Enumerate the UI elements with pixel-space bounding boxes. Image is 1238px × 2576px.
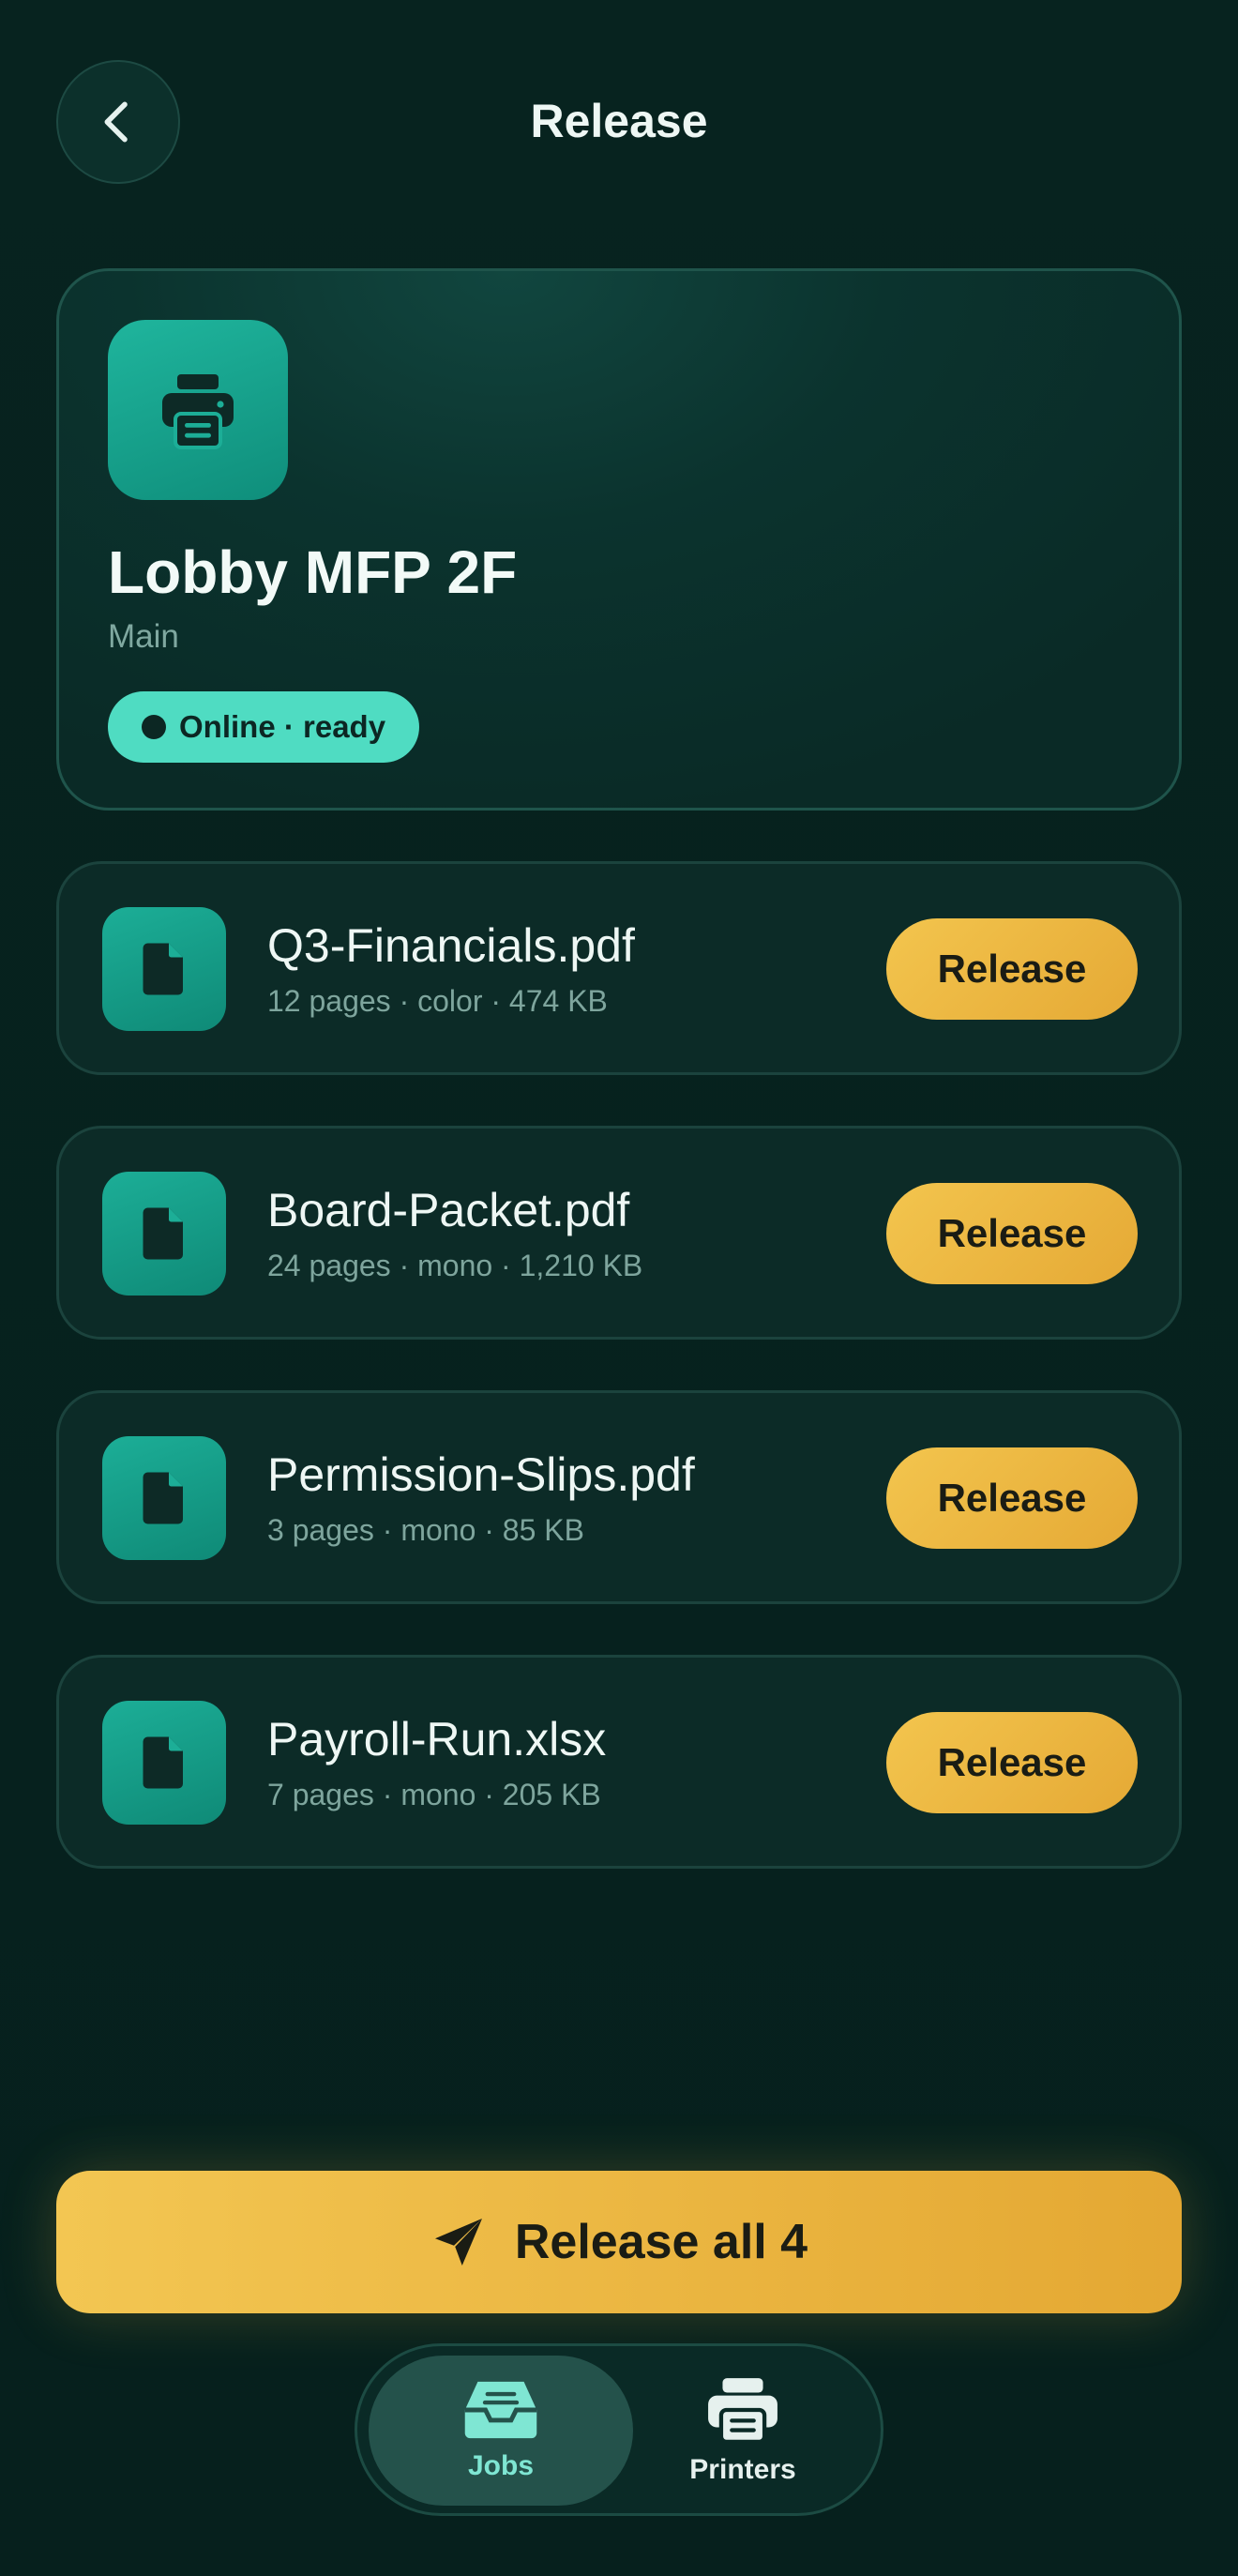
printer-icon bbox=[708, 2378, 778, 2444]
status-badge: Online · ready bbox=[108, 691, 420, 763]
bottom-nav: Jobs Printers bbox=[355, 2343, 883, 2516]
release-all-label: Release all 4 bbox=[514, 2215, 808, 2269]
nav-item-jobs[interactable]: Jobs bbox=[369, 2356, 633, 2506]
nav-item-printers[interactable]: Printers bbox=[611, 2356, 875, 2506]
release-button[interactable]: Release bbox=[886, 918, 1138, 1020]
file-tile bbox=[102, 1436, 226, 1560]
release-all-button[interactable]: Release all 4 bbox=[56, 2171, 1182, 2313]
job-meta: 3 pages · mono · 85 KB bbox=[267, 1513, 584, 1547]
job-meta: 7 pages · mono · 205 KB bbox=[267, 1778, 601, 1811]
status-dot-icon bbox=[142, 715, 166, 739]
job-card: Q3-Financials.pdf 12 pages · color · 474… bbox=[56, 861, 1182, 1075]
job-name: Board-Packet.pdf bbox=[267, 1184, 630, 1236]
job-meta: 12 pages · color · 474 KB bbox=[267, 984, 608, 1018]
status-text: Online · ready bbox=[179, 709, 386, 744]
printer-name: Lobby MFP 2F bbox=[108, 538, 518, 606]
job-meta: 24 pages · mono · 1,210 KB bbox=[267, 1249, 643, 1282]
release-screen: Release Lobby MFP 2F Main Online · ready bbox=[0, 0, 1238, 2576]
document-icon bbox=[143, 1736, 183, 1789]
job-name: Permission-Slips.pdf bbox=[267, 1448, 695, 1501]
job-name: Q3-Financials.pdf bbox=[267, 919, 635, 972]
document-icon bbox=[143, 1472, 183, 1524]
nav-label-printers: Printers bbox=[689, 2454, 796, 2485]
file-tile bbox=[102, 1701, 226, 1825]
job-name: Payroll-Run.xlsx bbox=[267, 1713, 607, 1765]
file-tile bbox=[102, 907, 226, 1031]
printer-card: Lobby MFP 2F Main Online · ready bbox=[56, 268, 1182, 811]
printer-location: Main bbox=[108, 618, 179, 655]
release-button[interactable]: Release bbox=[886, 1447, 1138, 1549]
printer-icon bbox=[162, 374, 234, 449]
document-icon bbox=[143, 943, 183, 995]
job-card: Payroll-Run.xlsx 7 pages · mono · 205 KB… bbox=[56, 1655, 1182, 1869]
send-icon bbox=[434, 2219, 482, 2265]
document-icon bbox=[143, 1207, 183, 1260]
inbox-icon bbox=[464, 2381, 537, 2439]
printer-icon-tile bbox=[108, 320, 288, 500]
nav-label-jobs: Jobs bbox=[467, 2450, 535, 2481]
file-tile bbox=[102, 1172, 226, 1296]
page-title: Release bbox=[530, 95, 708, 147]
release-button[interactable]: Release bbox=[886, 1183, 1138, 1284]
job-card: Permission-Slips.pdf 3 pages · mono · 85… bbox=[56, 1390, 1182, 1604]
job-card: Board-Packet.pdf 24 pages · mono · 1,210… bbox=[56, 1126, 1182, 1340]
release-button[interactable]: Release bbox=[886, 1712, 1138, 1813]
